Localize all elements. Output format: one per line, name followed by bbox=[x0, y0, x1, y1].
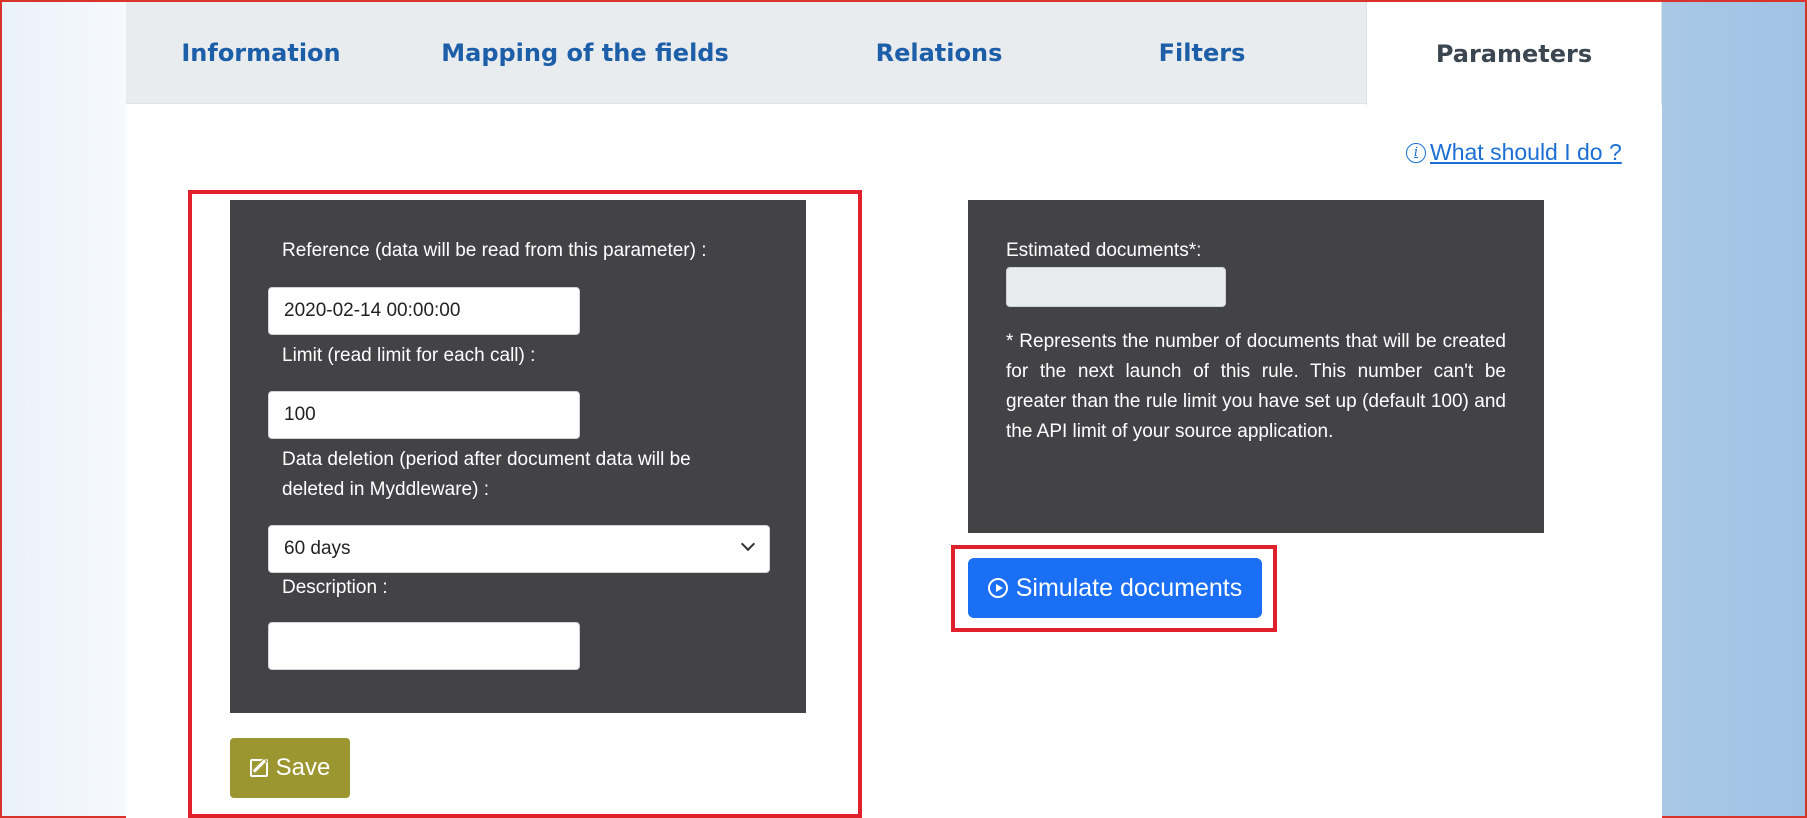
parameters-panel: Reference (data will be read from this p… bbox=[230, 200, 806, 713]
data-deletion-label-line2: deleted in Myddleware) : bbox=[282, 479, 489, 500]
info-icon: i bbox=[1406, 142, 1426, 163]
description-label: Description : bbox=[282, 577, 388, 598]
play-circle-icon bbox=[987, 578, 1008, 598]
data-deletion-label-line1: Data deletion (period after document dat… bbox=[282, 449, 691, 470]
estimated-documents-label: Estimated documents*: bbox=[1006, 240, 1202, 261]
simulate-documents-button[interactable]: Simulate documents bbox=[968, 558, 1262, 618]
simulate-button-label: Simulate documents bbox=[1015, 573, 1243, 602]
tab-mapping-of-the-fields[interactable]: Mapping of the fields bbox=[396, 2, 774, 104]
limit-label: Limit (read limit for each call) : bbox=[282, 345, 536, 366]
reference-input[interactable]: 2020-02-14 00:00:00 bbox=[268, 287, 580, 335]
save-button[interactable]: Save bbox=[230, 738, 350, 798]
edit-icon bbox=[249, 759, 268, 777]
data-deletion-select[interactable]: 60 days bbox=[268, 525, 770, 573]
tab-information[interactable]: Information bbox=[126, 2, 396, 104]
limit-input[interactable]: 100 bbox=[268, 391, 580, 439]
estimate-note: * Represents the number of documents tha… bbox=[1006, 331, 1506, 442]
help-link-label: What should I do ? bbox=[1430, 139, 1622, 165]
data-deletion-value: 60 days bbox=[284, 538, 351, 559]
description-input[interactable] bbox=[268, 622, 580, 670]
chevron-down-icon bbox=[740, 536, 756, 552]
tab-filters[interactable]: Filters bbox=[1104, 2, 1300, 104]
estimated-documents-field bbox=[1006, 267, 1226, 307]
what-should-i-do-link[interactable]: i What should I do ? bbox=[1406, 139, 1622, 166]
tab-parameters[interactable]: Parameters bbox=[1366, 2, 1662, 105]
estimate-panel: Estimated documents*: * Represents the n… bbox=[968, 200, 1544, 533]
tab-bar: Information Mapping of the fields Relati… bbox=[126, 2, 1662, 105]
reference-label: Reference (data will be read from this p… bbox=[282, 240, 707, 261]
save-button-label: Save bbox=[275, 754, 331, 781]
tab-relations[interactable]: Relations bbox=[774, 2, 1104, 104]
